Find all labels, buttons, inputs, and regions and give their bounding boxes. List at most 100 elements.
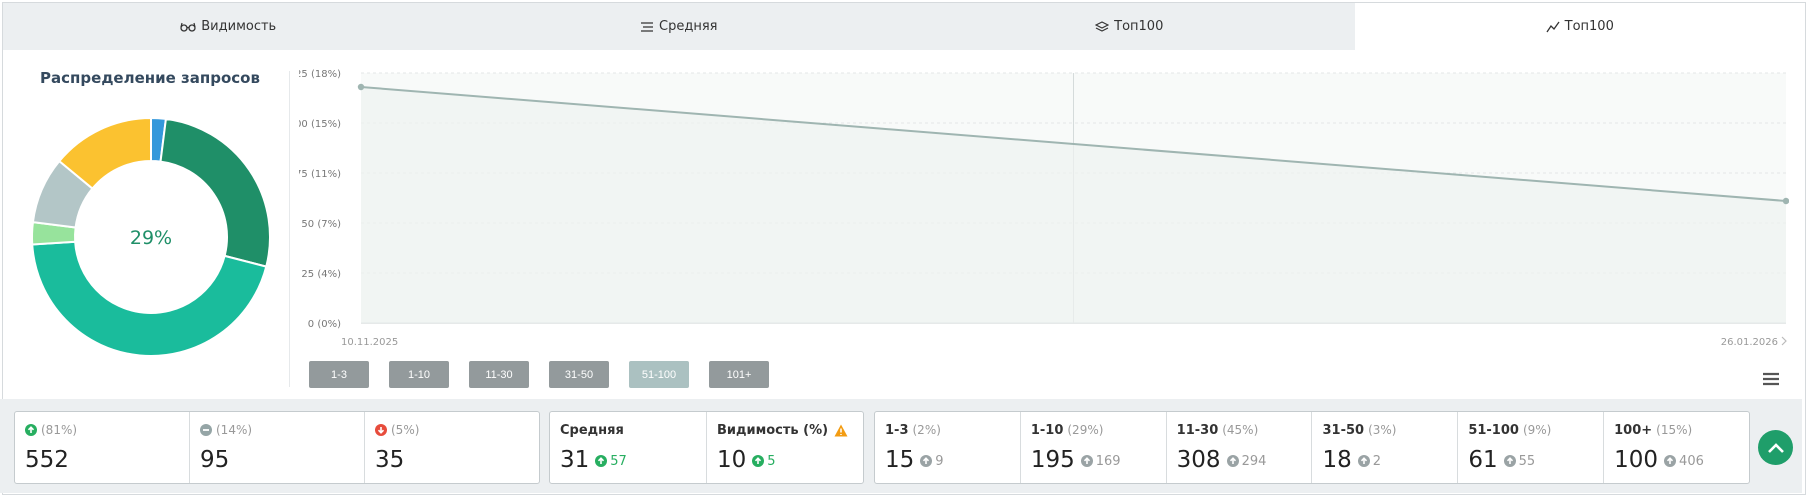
stat-average-delta-value: 57 — [610, 453, 627, 469]
range-button-1-3[interactable]: 1-3 — [309, 361, 369, 388]
chevron-up-icon — [1767, 442, 1784, 453]
arrow-up-circle-icon — [595, 455, 608, 467]
arrow-circle-icon — [1357, 455, 1370, 467]
stat-range-5: 100+ (15%) 100 406 — [1604, 412, 1749, 483]
arrow-circle-icon — [1503, 455, 1516, 467]
arrow-circle-icon — [1080, 455, 1093, 467]
range-button-1-10[interactable]: 1-10 — [389, 361, 449, 388]
tab-top100-trend[interactable]: Топ100 — [1354, 3, 1805, 50]
range-button-31-50[interactable]: 31-50 — [549, 361, 609, 388]
arrow-up-circle-icon — [752, 455, 765, 467]
donut-slice-1-10[interactable] — [159, 117, 271, 268]
donut-slice-11-30[interactable] — [31, 240, 268, 357]
stat-range-label: 1-3 — [885, 422, 909, 438]
stat-range-value: 195 — [1030, 447, 1075, 473]
stat-range-label: 51-100 — [1468, 422, 1519, 438]
donut-center-label: 29% — [130, 227, 172, 249]
y-tick-label: 0 (0%) — [308, 319, 341, 330]
y-tick-label: 75 (11%) — [299, 169, 341, 180]
stat-range-1: 1-10 (29%) 195 169 — [1021, 412, 1167, 483]
tab-top100-layers[interactable]: Топ100 — [904, 3, 1355, 50]
range-button-101-plus[interactable]: 101+ — [709, 361, 769, 388]
warning-icon[interactable] — [834, 424, 848, 437]
stat-range-0: 1-3 (2%) 15 9 — [875, 412, 1021, 483]
tab-average-label: Средняя — [659, 19, 718, 34]
arrow-circle-icon — [920, 455, 933, 467]
stat-range-percent: (2%) — [912, 423, 941, 437]
stat-range-percent: (9%) — [1522, 423, 1552, 437]
stat-range-delta-value: 9 — [935, 453, 944, 469]
stat-range-4: 51-100 (9%) 61 55 — [1458, 412, 1605, 483]
stat-range-delta: 169 — [1080, 453, 1121, 469]
stat-range-delta: 2 — [1357, 453, 1382, 469]
arrow-circle-icon — [1226, 455, 1239, 467]
movement-card: (81%) 552 (14%) 95 (5%) 35 — [14, 411, 540, 484]
stat-up-value: 552 — [25, 447, 69, 473]
tab-top100-layers-label: Топ100 — [1114, 19, 1164, 34]
tab-visibility[interactable]: Видимость — [3, 3, 454, 50]
minus-circle-icon — [200, 424, 212, 436]
stat-range-percent: (15%) — [1656, 423, 1693, 437]
arrow-up-circle-icon — [25, 424, 37, 436]
stat-down: (5%) 35 — [365, 412, 539, 483]
stat-range-delta: 9 — [920, 453, 944, 469]
stat-range-delta: 55 — [1503, 454, 1535, 469]
stat-range-percent: (29%) — [1067, 423, 1104, 437]
series-point — [1782, 197, 1789, 205]
top100-line-chart: 0 (0%) 25 (4%) 50 (7%) 75 (11%) 100 (15%) 125… — [299, 69, 1789, 348]
y-tick-label: 125 (18%) — [299, 69, 341, 80]
y-tick-label: 25 (4%) — [301, 269, 341, 280]
x-tick-label: 26.01.2026 — [1721, 337, 1778, 348]
range-button-51-100[interactable]: 51-100 — [629, 361, 689, 388]
stat-range-label: 100+ — [1614, 422, 1653, 438]
stat-down-value: 35 — [375, 447, 405, 473]
stat-range-value: 18 — [1322, 447, 1352, 473]
stat-down-percent: (5%) — [391, 423, 420, 437]
ranges-card: 1-3 (2%) 15 9 1-10 (29%) 195 169 11-30 (45%) 308 29… — [874, 411, 1750, 484]
stat-range-3: 31-50 (3%) 18 2 — [1312, 412, 1459, 483]
tab-visibility-label: Видимость — [201, 19, 277, 34]
stat-range-value: 308 — [1176, 447, 1221, 473]
stat-range-delta: 294 — [1226, 453, 1267, 469]
stat-range-value: 61 — [1468, 447, 1498, 473]
glasses-icon — [180, 22, 196, 32]
stat-up: (81%) 552 — [15, 412, 190, 483]
stat-same-percent: (14%) — [216, 423, 253, 437]
stat-range-label: 1-10 — [1030, 422, 1064, 438]
hamburger-menu-icon[interactable] — [1763, 372, 1779, 386]
stat-range-percent: (45%) — [1222, 423, 1259, 437]
distribution-donut: 29% — [31, 116, 271, 357]
stat-visibility-label: Видимость (%) — [717, 422, 829, 438]
stat-range-percent: (3%) — [1368, 423, 1397, 437]
stat-average-value: 31 — [560, 447, 590, 473]
lines-icon — [641, 21, 654, 32]
tab-average[interactable]: Средняя — [454, 3, 905, 50]
y-tick-label: 100 (15%) — [299, 119, 341, 130]
stat-range-label: 31-50 — [1322, 422, 1365, 438]
stat-visibility-delta-value: 5 — [767, 453, 776, 469]
stat-average-delta: 57 — [595, 454, 627, 469]
stat-same: (14%) 95 — [190, 412, 365, 483]
tab-bar: Видимость Средняя Топ100 Топ100 — [3, 3, 1805, 50]
stat-range-value: 100 — [1614, 447, 1659, 473]
layers-icon — [1095, 20, 1110, 32]
range-button-11-30[interactable]: 11-30 — [469, 361, 529, 388]
arrow-down-circle-icon — [375, 424, 387, 436]
stat-average: Средняя 31 57 — [550, 412, 707, 483]
stat-range-2: 11-30 (45%) 308 294 — [1167, 412, 1313, 483]
stat-range-delta-value: 2 — [1372, 453, 1382, 469]
x-tick-label: 10.11.2025 — [341, 337, 398, 348]
donut-title: Распределение запросов — [40, 69, 260, 87]
y-tick-label: 50 (7%) — [301, 219, 341, 230]
stat-visibility: Видимость (%) 10 5 — [707, 412, 863, 483]
stat-range-delta-value: 294 — [1241, 453, 1267, 469]
stat-range-delta-value: 169 — [1095, 453, 1121, 469]
stat-visibility-delta: 5 — [752, 453, 776, 469]
arrow-circle-icon — [1664, 455, 1677, 467]
panel-divider — [289, 71, 290, 387]
scroll-top-button[interactable] — [1758, 430, 1793, 465]
series-point — [357, 83, 365, 91]
stat-range-value: 15 — [885, 447, 915, 473]
stat-range-delta-value: 406 — [1679, 453, 1704, 469]
stat-range-label: 11-30 — [1176, 422, 1219, 438]
